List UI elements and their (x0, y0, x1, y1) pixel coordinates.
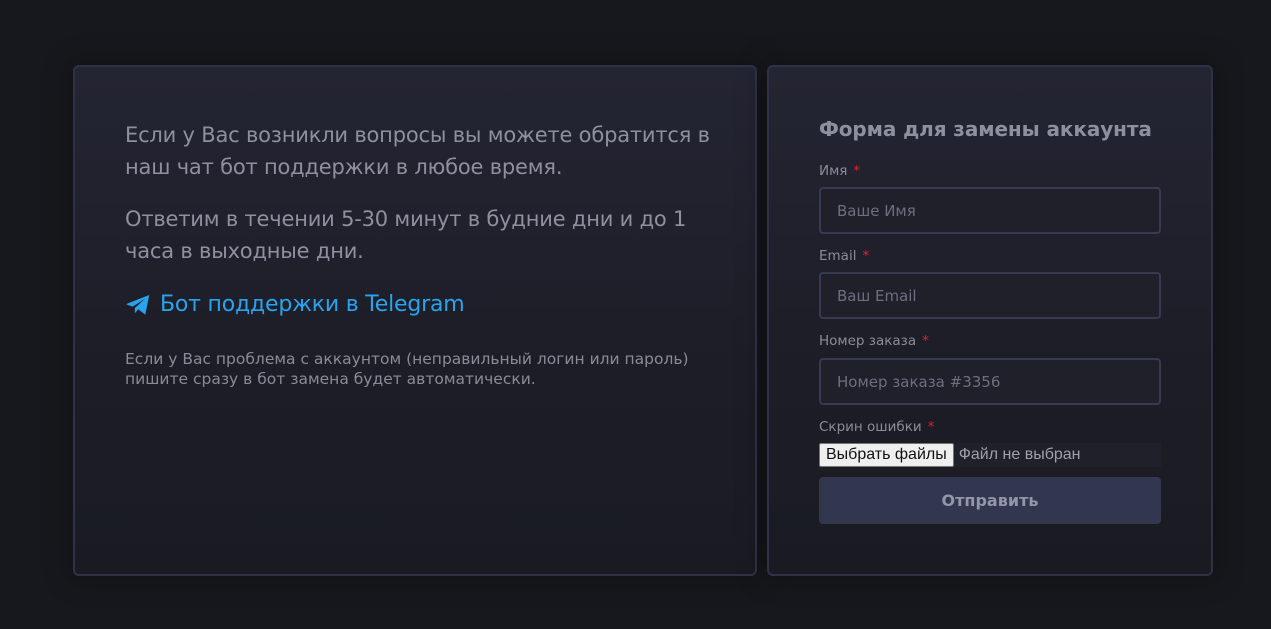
name-label-text: Имя (819, 163, 848, 179)
support-info-card: Если у Вас возникли вопросы вы можете об… (73, 65, 757, 576)
file-status-text: Файл не выбран (958, 446, 1081, 463)
order-number-input[interactable] (819, 358, 1161, 405)
name-input[interactable] (819, 187, 1161, 234)
required-mark: * (862, 248, 870, 264)
order-number-label-text: Номер заказа (819, 333, 917, 349)
file-upload-field: Выбрать файлы Файл не выбран (819, 443, 1161, 467)
required-mark: * (853, 163, 861, 179)
telegram-plane-icon (125, 294, 151, 316)
page: Если у Вас возникли вопросы вы можете об… (0, 0, 1271, 629)
required-mark: * (922, 333, 929, 349)
account-replacement-form: Форма для замены аккаунта Имя * Email * Но… (767, 65, 1213, 576)
order-number-label: Номер заказа * (819, 333, 929, 349)
support-paragraph-questions: Если у Вас возникли вопросы вы можете об… (125, 123, 710, 179)
email-label: Email * (819, 248, 869, 264)
telegram-link-label: Бот поддержки в Telegram (160, 292, 465, 317)
name-label: Имя * (819, 163, 860, 179)
account-problem-note: Если у Вас проблема с аккаунтом (неправи… (125, 350, 689, 388)
required-mark: * (927, 419, 935, 435)
error-screenshot-label-text: Скрин ошибки (819, 419, 922, 435)
telegram-bot-link[interactable]: Бот поддержки в Telegram (125, 292, 465, 317)
error-screenshot-label: Скрин ошибки * (819, 419, 934, 435)
email-label-text: Email (819, 248, 857, 264)
form-title: Форма для замены аккаунта (819, 117, 1152, 141)
choose-files-button[interactable]: Выбрать файлы (819, 443, 954, 467)
email-input[interactable] (819, 272, 1161, 319)
support-paragraph-response-time: Ответим в течении 5-30 минут в будние дн… (125, 207, 687, 263)
submit-button[interactable]: Отправить (819, 477, 1161, 524)
